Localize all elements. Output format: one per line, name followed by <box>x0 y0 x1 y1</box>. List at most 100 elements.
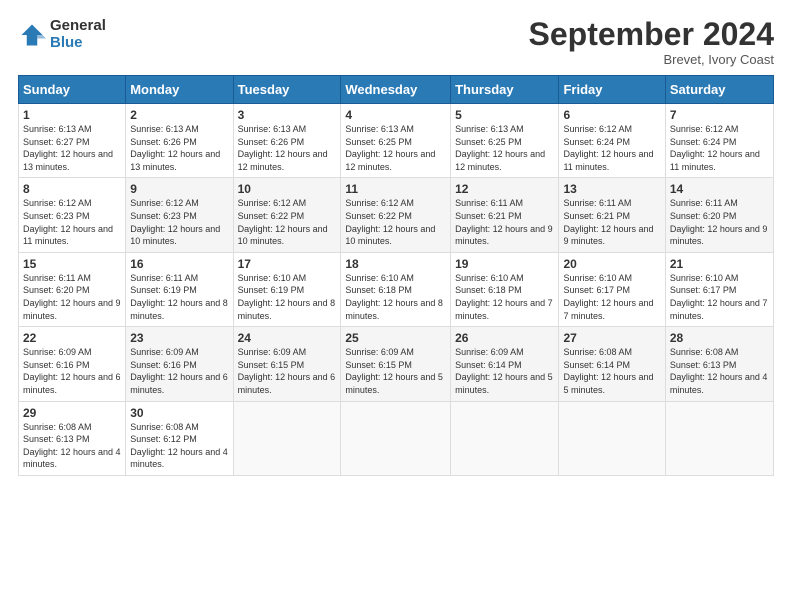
day-info: Sunrise: 6:08 AM Sunset: 6:13 PM Dayligh… <box>23 421 121 471</box>
day-info: Sunrise: 6:13 AM Sunset: 6:27 PM Dayligh… <box>23 123 121 173</box>
day-info: Sunrise: 6:10 AM Sunset: 6:17 PM Dayligh… <box>670 272 769 322</box>
calendar-cell: 12Sunrise: 6:11 AM Sunset: 6:21 PM Dayli… <box>451 178 559 252</box>
day-number: 4 <box>345 108 446 122</box>
day-number: 10 <box>238 182 337 196</box>
location: Brevet, Ivory Coast <box>529 52 774 67</box>
day-number: 20 <box>563 257 660 271</box>
day-info: Sunrise: 6:12 AM Sunset: 6:23 PM Dayligh… <box>130 197 228 247</box>
logo-blue-text: Blue <box>50 35 106 52</box>
day-info: Sunrise: 6:11 AM Sunset: 6:20 PM Dayligh… <box>23 272 121 322</box>
day-number: 29 <box>23 406 121 420</box>
day-number: 15 <box>23 257 121 271</box>
logo-icon <box>18 21 46 49</box>
day-info: Sunrise: 6:08 AM Sunset: 6:14 PM Dayligh… <box>563 346 660 396</box>
calendar-cell: 4Sunrise: 6:13 AM Sunset: 6:25 PM Daylig… <box>341 104 451 178</box>
calendar-cell <box>341 401 451 475</box>
day-number: 30 <box>130 406 228 420</box>
day-info: Sunrise: 6:09 AM Sunset: 6:14 PM Dayligh… <box>455 346 554 396</box>
calendar-cell: 1Sunrise: 6:13 AM Sunset: 6:27 PM Daylig… <box>19 104 126 178</box>
day-number: 23 <box>130 331 228 345</box>
calendar-cell: 22Sunrise: 6:09 AM Sunset: 6:16 PM Dayli… <box>19 327 126 401</box>
col-tuesday: Tuesday <box>233 76 341 104</box>
day-number: 19 <box>455 257 554 271</box>
day-number: 27 <box>563 331 660 345</box>
day-number: 14 <box>670 182 769 196</box>
month-title: September 2024 <box>529 18 774 50</box>
calendar-cell: 7Sunrise: 6:12 AM Sunset: 6:24 PM Daylig… <box>665 104 773 178</box>
day-info: Sunrise: 6:12 AM Sunset: 6:24 PM Dayligh… <box>563 123 660 173</box>
calendar-cell: 17Sunrise: 6:10 AM Sunset: 6:19 PM Dayli… <box>233 252 341 326</box>
day-info: Sunrise: 6:13 AM Sunset: 6:26 PM Dayligh… <box>238 123 337 173</box>
col-saturday: Saturday <box>665 76 773 104</box>
day-number: 9 <box>130 182 228 196</box>
day-info: Sunrise: 6:10 AM Sunset: 6:18 PM Dayligh… <box>455 272 554 322</box>
calendar-cell: 8Sunrise: 6:12 AM Sunset: 6:23 PM Daylig… <box>19 178 126 252</box>
calendar-cell: 27Sunrise: 6:08 AM Sunset: 6:14 PM Dayli… <box>559 327 665 401</box>
day-number: 25 <box>345 331 446 345</box>
calendar-cell: 11Sunrise: 6:12 AM Sunset: 6:22 PM Dayli… <box>341 178 451 252</box>
calendar-cell: 14Sunrise: 6:11 AM Sunset: 6:20 PM Dayli… <box>665 178 773 252</box>
day-number: 1 <box>23 108 121 122</box>
day-info: Sunrise: 6:09 AM Sunset: 6:16 PM Dayligh… <box>130 346 228 396</box>
day-number: 3 <box>238 108 337 122</box>
calendar-week-3: 15Sunrise: 6:11 AM Sunset: 6:20 PM Dayli… <box>19 252 774 326</box>
calendar-cell <box>451 401 559 475</box>
calendar-cell: 20Sunrise: 6:10 AM Sunset: 6:17 PM Dayli… <box>559 252 665 326</box>
day-info: Sunrise: 6:08 AM Sunset: 6:13 PM Dayligh… <box>670 346 769 396</box>
day-number: 11 <box>345 182 446 196</box>
day-number: 22 <box>23 331 121 345</box>
day-info: Sunrise: 6:08 AM Sunset: 6:12 PM Dayligh… <box>130 421 228 471</box>
page: General Blue September 2024 Brevet, Ivor… <box>0 0 792 612</box>
day-info: Sunrise: 6:10 AM Sunset: 6:19 PM Dayligh… <box>238 272 337 322</box>
calendar-cell: 6Sunrise: 6:12 AM Sunset: 6:24 PM Daylig… <box>559 104 665 178</box>
calendar-cell: 15Sunrise: 6:11 AM Sunset: 6:20 PM Dayli… <box>19 252 126 326</box>
calendar-cell: 16Sunrise: 6:11 AM Sunset: 6:19 PM Dayli… <box>126 252 233 326</box>
calendar-cell: 29Sunrise: 6:08 AM Sunset: 6:13 PM Dayli… <box>19 401 126 475</box>
calendar-cell: 10Sunrise: 6:12 AM Sunset: 6:22 PM Dayli… <box>233 178 341 252</box>
calendar-cell: 19Sunrise: 6:10 AM Sunset: 6:18 PM Dayli… <box>451 252 559 326</box>
day-number: 17 <box>238 257 337 271</box>
calendar-cell: 26Sunrise: 6:09 AM Sunset: 6:14 PM Dayli… <box>451 327 559 401</box>
calendar-week-2: 8Sunrise: 6:12 AM Sunset: 6:23 PM Daylig… <box>19 178 774 252</box>
day-info: Sunrise: 6:09 AM Sunset: 6:15 PM Dayligh… <box>345 346 446 396</box>
day-number: 13 <box>563 182 660 196</box>
day-info: Sunrise: 6:11 AM Sunset: 6:20 PM Dayligh… <box>670 197 769 247</box>
day-info: Sunrise: 6:12 AM Sunset: 6:23 PM Dayligh… <box>23 197 121 247</box>
day-info: Sunrise: 6:11 AM Sunset: 6:21 PM Dayligh… <box>455 197 554 247</box>
day-number: 8 <box>23 182 121 196</box>
logo-text: General Blue <box>50 18 106 51</box>
day-number: 21 <box>670 257 769 271</box>
col-sunday: Sunday <box>19 76 126 104</box>
day-number: 16 <box>130 257 228 271</box>
day-number: 18 <box>345 257 446 271</box>
logo-general-text: General <box>50 18 106 35</box>
day-info: Sunrise: 6:09 AM Sunset: 6:16 PM Dayligh… <box>23 346 121 396</box>
col-friday: Friday <box>559 76 665 104</box>
day-info: Sunrise: 6:12 AM Sunset: 6:22 PM Dayligh… <box>345 197 446 247</box>
calendar-cell: 2Sunrise: 6:13 AM Sunset: 6:26 PM Daylig… <box>126 104 233 178</box>
calendar-cell <box>233 401 341 475</box>
day-info: Sunrise: 6:13 AM Sunset: 6:25 PM Dayligh… <box>345 123 446 173</box>
calendar-week-1: 1Sunrise: 6:13 AM Sunset: 6:27 PM Daylig… <box>19 104 774 178</box>
calendar-header-row: Sunday Monday Tuesday Wednesday Thursday… <box>19 76 774 104</box>
title-block: September 2024 Brevet, Ivory Coast <box>529 18 774 67</box>
day-number: 28 <box>670 331 769 345</box>
day-info: Sunrise: 6:13 AM Sunset: 6:25 PM Dayligh… <box>455 123 554 173</box>
calendar-cell: 5Sunrise: 6:13 AM Sunset: 6:25 PM Daylig… <box>451 104 559 178</box>
calendar-week-4: 22Sunrise: 6:09 AM Sunset: 6:16 PM Dayli… <box>19 327 774 401</box>
calendar-cell: 3Sunrise: 6:13 AM Sunset: 6:26 PM Daylig… <box>233 104 341 178</box>
calendar-cell: 21Sunrise: 6:10 AM Sunset: 6:17 PM Dayli… <box>665 252 773 326</box>
calendar-cell: 9Sunrise: 6:12 AM Sunset: 6:23 PM Daylig… <box>126 178 233 252</box>
col-monday: Monday <box>126 76 233 104</box>
calendar-cell <box>559 401 665 475</box>
calendar-cell <box>665 401 773 475</box>
day-info: Sunrise: 6:11 AM Sunset: 6:21 PM Dayligh… <box>563 197 660 247</box>
day-info: Sunrise: 6:09 AM Sunset: 6:15 PM Dayligh… <box>238 346 337 396</box>
day-info: Sunrise: 6:10 AM Sunset: 6:18 PM Dayligh… <box>345 272 446 322</box>
day-number: 7 <box>670 108 769 122</box>
col-thursday: Thursday <box>451 76 559 104</box>
calendar-week-5: 29Sunrise: 6:08 AM Sunset: 6:13 PM Dayli… <box>19 401 774 475</box>
day-info: Sunrise: 6:11 AM Sunset: 6:19 PM Dayligh… <box>130 272 228 322</box>
calendar-cell: 28Sunrise: 6:08 AM Sunset: 6:13 PM Dayli… <box>665 327 773 401</box>
day-number: 5 <box>455 108 554 122</box>
